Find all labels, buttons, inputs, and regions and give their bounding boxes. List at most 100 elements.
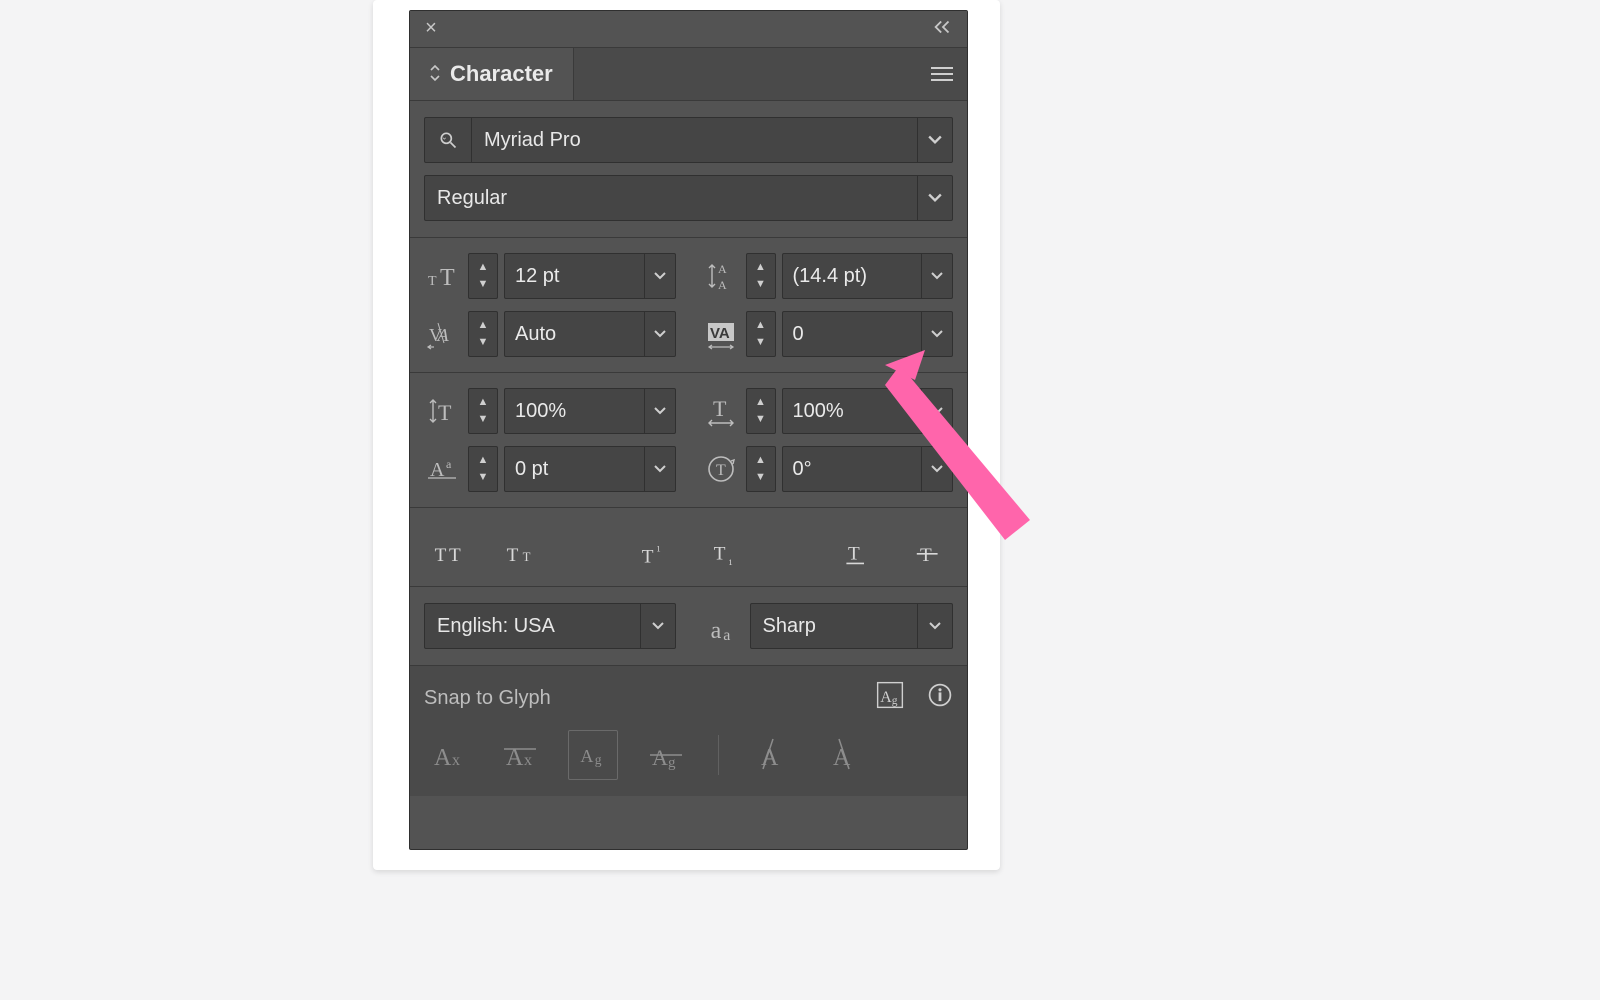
info-icon[interactable] (927, 682, 953, 714)
expand-icon (430, 64, 440, 84)
search-icon[interactable] (425, 118, 472, 162)
svg-text:A: A (652, 745, 668, 770)
svg-text:A: A (880, 689, 892, 706)
vertical-scale-input[interactable]: 100% (504, 388, 676, 434)
vertical-scale-control: T ▲▼ 100% (424, 389, 676, 433)
strikethrough-button[interactable]: T (907, 532, 949, 574)
kerning-input[interactable]: Auto (504, 311, 676, 357)
antialias-value: Sharp (751, 615, 918, 638)
leading-icon: AA (702, 257, 740, 295)
chevron-down-icon[interactable] (644, 389, 675, 433)
horizontal-scale-icon: T (702, 392, 740, 430)
snap-options: Ax Ax Ag Ag A A (424, 730, 953, 780)
font-family-value: Myriad Pro (472, 129, 917, 152)
leading-stepper[interactable]: ▲▼ (746, 253, 776, 299)
svg-text:x: x (452, 752, 460, 769)
rotation-stepper[interactable]: ▲▼ (746, 446, 776, 492)
svg-text:T: T (641, 547, 653, 568)
snap-to-glyph-label: Snap to Glyph (424, 687, 551, 710)
svg-text:a: a (446, 457, 452, 471)
collapse-icon[interactable] (929, 17, 957, 39)
font-family-field[interactable]: Myriad Pro (424, 117, 953, 163)
kerning-stepper[interactable]: ▲▼ (468, 311, 498, 357)
rotation-input[interactable]: 0° (782, 446, 954, 492)
svg-text:T: T (716, 462, 726, 479)
svg-text:1: 1 (656, 543, 660, 553)
svg-text:T: T (440, 265, 455, 291)
snap-proximity-button[interactable]: Ag (642, 731, 690, 779)
baseline-shift-input[interactable]: 0 pt (504, 446, 676, 492)
tracking-icon: VA (702, 315, 740, 353)
chevron-down-icon[interactable] (640, 604, 675, 648)
character-rotation-control: T ▲▼ 0° (702, 447, 954, 491)
tab-character[interactable]: Character (410, 48, 574, 100)
chevron-down-icon[interactable] (644, 254, 675, 298)
svg-text:T: T (713, 543, 725, 564)
snap-angular-left-button[interactable]: A (747, 731, 795, 779)
snap-angular-right-button[interactable]: A (819, 731, 867, 779)
panel-tabs: Character (410, 48, 967, 101)
tab-label: Character (450, 61, 553, 87)
svg-text:g: g (595, 752, 602, 767)
underline-button[interactable]: T (835, 532, 877, 574)
all-caps-button[interactable]: TT (428, 532, 470, 574)
vertical-scale-stepper[interactable]: ▲▼ (468, 388, 498, 434)
chevron-down-icon[interactable] (921, 312, 952, 356)
chevron-down-icon[interactable] (921, 389, 952, 433)
svg-text:T: T (438, 400, 452, 425)
language-field[interactable]: English: USA (424, 603, 676, 649)
svg-text:x: x (524, 752, 532, 769)
character-panel: × Character Myriad Pro (409, 10, 968, 850)
tracking-control: VA ▲▼ 0 (702, 312, 954, 356)
svg-text:T: T (428, 274, 437, 289)
font-style-field[interactable]: Regular (424, 175, 953, 221)
superscript-button[interactable]: T1 (632, 532, 674, 574)
chevron-down-icon[interactable] (917, 118, 952, 162)
snap-to-glyph-section: Snap to Glyph Ag Ax Ax (410, 665, 967, 796)
kerning-control: VA ▲▼ Auto (424, 312, 676, 356)
chevron-down-icon[interactable] (917, 176, 952, 220)
svg-text:T: T (713, 396, 727, 421)
snap-glyph-bounds-button[interactable]: Ag (568, 730, 618, 780)
horizontal-scale-control: T ▲▼ 100% (702, 389, 954, 433)
snap-xheight-button[interactable]: Ax (496, 731, 544, 779)
chevron-down-icon[interactable] (921, 254, 952, 298)
rotation-icon: T (702, 450, 740, 488)
font-size-icon: TT (424, 257, 462, 295)
panel-menu-button[interactable] (917, 48, 967, 100)
glyph-bounds-icon[interactable]: Ag (875, 680, 905, 716)
antialias-field[interactable]: Sharp (750, 603, 954, 649)
baseline-shift-control: Aa ▲▼ 0 pt (424, 447, 676, 491)
close-icon[interactable]: × (420, 17, 442, 39)
font-size-control: TT ▲▼ 12 pt (424, 254, 676, 298)
font-size-stepper[interactable]: ▲▼ (468, 253, 498, 299)
tracking-input[interactable]: 0 (782, 311, 954, 357)
chevron-down-icon[interactable] (917, 604, 952, 648)
svg-text:A: A (580, 746, 593, 766)
font-size-input[interactable]: 12 pt (504, 253, 676, 299)
svg-text:VA: VA (710, 325, 730, 342)
language-value: English: USA (425, 615, 640, 638)
svg-text:1: 1 (728, 557, 732, 567)
chevron-down-icon[interactable] (921, 447, 952, 491)
panel-titlebar: × (410, 11, 967, 48)
kerning-icon: VA (424, 315, 462, 353)
leading-input[interactable]: (14.4 pt) (782, 253, 954, 299)
svg-text:T: T (449, 545, 461, 566)
svg-text:T: T (523, 550, 531, 564)
small-caps-button[interactable]: TT (500, 532, 542, 574)
svg-text:T: T (920, 545, 932, 566)
chevron-down-icon[interactable] (644, 312, 675, 356)
svg-text:A: A (718, 278, 727, 292)
baseline-shift-stepper[interactable]: ▲▼ (468, 446, 498, 492)
type-style-toggles: TT TT T1 T1 T T (424, 524, 953, 582)
chevron-down-icon[interactable] (644, 447, 675, 491)
tracking-stepper[interactable]: ▲▼ (746, 311, 776, 357)
horizontal-scale-input[interactable]: 100% (782, 388, 954, 434)
snap-baseline-button[interactable]: Ax (424, 731, 472, 779)
subscript-button[interactable]: T1 (704, 532, 746, 574)
leading-control: AA ▲▼ (14.4 pt) (702, 254, 954, 298)
horizontal-scale-stepper[interactable]: ▲▼ (746, 388, 776, 434)
svg-text:T: T (848, 543, 860, 564)
svg-text:A: A (434, 745, 452, 771)
